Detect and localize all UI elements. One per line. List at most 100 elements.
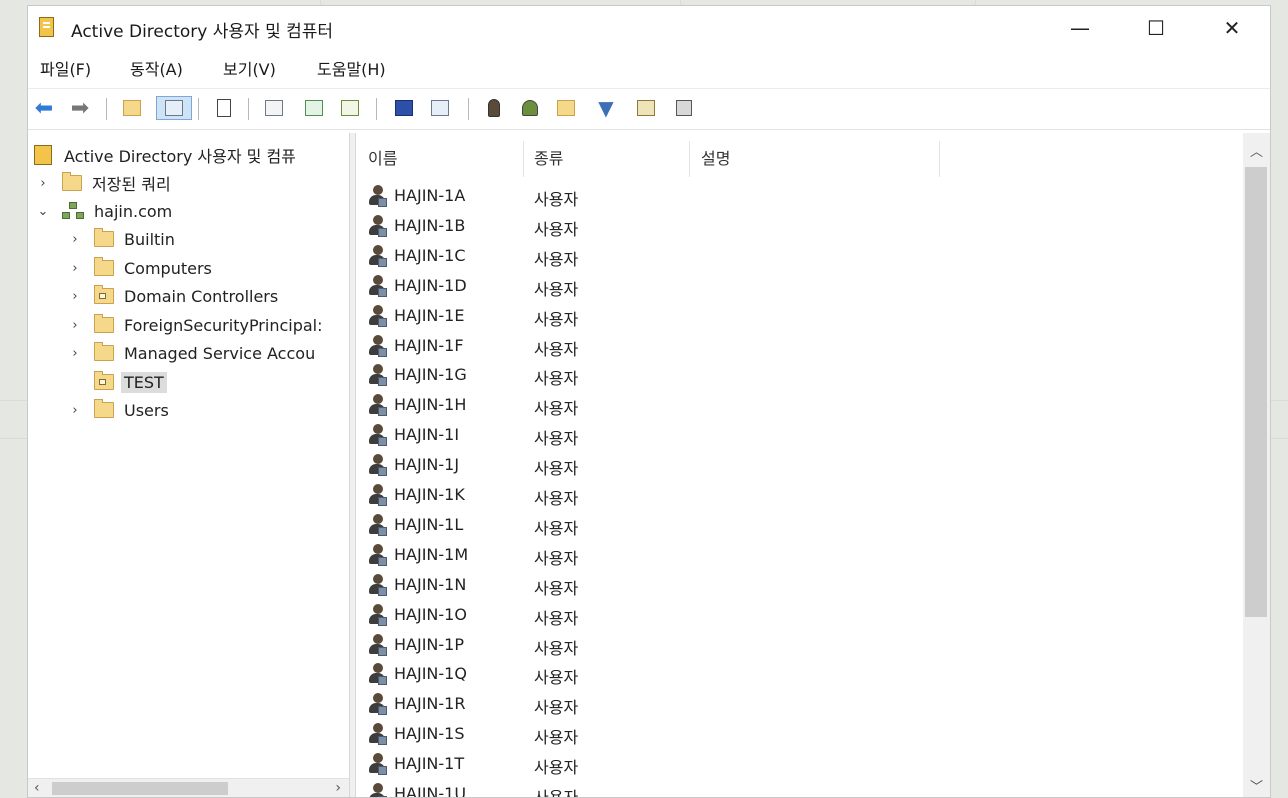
column-header-type[interactable]: 종류 [534,137,563,177]
list-item[interactable]: HAJIN-1C 사용자 [357,241,1243,271]
tree-node-computers[interactable]: › Computers [68,255,212,281]
folder-icon [62,172,82,191]
user-name-cell: HAJIN-1S [394,724,465,744]
tree-node-domain-controllers[interactable]: › Domain Controllers [68,283,278,309]
export-list-icon[interactable] [338,96,362,120]
scroll-up-icon[interactable]: ︿ [1250,141,1263,160]
chevron-right-icon[interactable]: › [68,261,82,276]
help-icon[interactable] [392,96,416,120]
title-bar[interactable]: Active Directory 사용자 및 컴퓨터 — ☐ ✕ [28,6,1270,50]
tree-node-builtin[interactable]: › Builtin [68,226,175,252]
chevron-right-icon[interactable]: › [68,318,82,333]
up-folder-icon[interactable] [120,96,144,120]
list-item[interactable]: HAJIN-1D 사용자 [357,271,1243,301]
list-item[interactable]: HAJIN-1G 사용자 [357,360,1243,390]
list-item[interactable]: HAJIN-1E 사용자 [357,301,1243,331]
chevron-right-icon[interactable]: › [36,176,50,191]
user-name-cell: HAJIN-1O [394,604,467,624]
new-ou-icon[interactable] [554,96,578,120]
chevron-right-icon[interactable]: › [68,289,82,304]
column-divider[interactable] [939,141,940,177]
refresh-icon[interactable] [302,96,326,120]
object-type-cell: 사용자 [534,518,579,538]
pane-splitter[interactable] [350,133,356,797]
show-console-tree-icon[interactable] [156,96,192,120]
list-item[interactable]: HAJIN-1O 사용자 [357,600,1243,630]
folder-icon [94,342,114,361]
new-user-icon[interactable] [482,96,506,120]
list-item[interactable]: HAJIN-1S 사용자 [357,719,1243,749]
scrollbar-thumb[interactable] [52,782,228,795]
filter-icon[interactable]: ▼ [594,96,618,120]
list-item[interactable]: HAJIN-1R 사용자 [357,689,1243,719]
user-name-cell: HAJIN-1C [394,245,466,265]
tree-node-label: Computers [124,258,212,278]
scrollbar-thumb[interactable] [1245,167,1267,617]
scroll-down-icon[interactable]: ﹀ [1250,776,1263,795]
column-divider[interactable] [523,141,524,177]
tree-node-managed-service-accounts[interactable]: › Managed Service Accou [68,340,315,366]
chevron-down-icon[interactable]: ⌄ [36,204,50,219]
user-icon [368,334,388,357]
menu-action[interactable]: 동작(A) [130,56,183,80]
tree-node-domain[interactable]: ⌄ hajin.com [36,198,173,224]
object-type-cell: 사용자 [534,279,579,299]
list-item[interactable]: HAJIN-1B 사용자 [357,211,1243,241]
ad-console-icon [34,145,52,165]
tree-node-root[interactable]: Active Directory 사용자 및 컴퓨 [34,142,296,168]
object-type-cell: 사용자 [534,429,579,449]
list-vertical-scrollbar[interactable]: ︿ ﹀ [1243,133,1270,797]
user-name-cell: HAJIN-1T [394,754,465,774]
list-item[interactable]: HAJIN-1L 사용자 [357,510,1243,540]
list-item[interactable]: HAJIN-1T 사용자 [357,749,1243,779]
list-item[interactable]: HAJIN-1U 사용자 [357,779,1243,798]
menu-view[interactable]: 보기(V) [223,56,276,80]
list-item[interactable]: HAJIN-1N 사용자 [357,570,1243,600]
column-header-name[interactable]: 이름 [368,137,397,177]
scroll-left-icon[interactable]: ‹ [34,780,40,796]
list-item[interactable]: HAJIN-1K 사용자 [357,480,1243,510]
properties-icon[interactable] [262,96,286,120]
object-type-cell: 사용자 [534,219,579,239]
user-name-cell: HAJIN-1N [394,574,467,594]
tree-node-label: Active Directory 사용자 및 컴퓨 [64,147,296,166]
chevron-right-icon[interactable]: › [68,403,82,418]
new-group-icon[interactable] [518,96,542,120]
user-name-cell: HAJIN-1I [394,425,460,445]
list-item[interactable]: HAJIN-1F 사용자 [357,331,1243,361]
tree-node-users[interactable]: › Users [68,397,169,423]
list-item[interactable]: HAJIN-1Q 사용자 [357,659,1243,689]
forward-arrow-icon[interactable]: ➡ [68,96,92,121]
object-type-cell: 사용자 [534,788,579,798]
list-item[interactable]: HAJIN-1M 사용자 [357,540,1243,570]
add-to-group-icon[interactable] [672,96,696,120]
menu-file[interactable]: 파일(F) [40,56,91,80]
column-header-description[interactable]: 설명 [701,137,730,177]
show-action-pane-icon[interactable] [428,96,452,120]
column-divider[interactable] [689,141,690,177]
find-icon[interactable] [634,96,658,120]
menu-help[interactable]: 도움말(H) [317,56,386,80]
clipboard-icon[interactable] [212,96,236,120]
tree-node-saved-queries[interactable]: › 저장된 쿼리 [36,170,171,196]
back-arrow-icon[interactable]: ⬅ [32,96,56,121]
folder-icon [94,314,114,333]
list-item[interactable]: HAJIN-1J 사용자 [357,450,1243,480]
object-type-cell: 사용자 [534,728,579,748]
close-button[interactable]: ✕ [1194,6,1270,50]
maximize-button[interactable]: ☐ [1118,6,1194,50]
user-name-cell: HAJIN-1M [394,544,469,564]
minimize-button[interactable]: — [1042,6,1118,50]
object-type-cell: 사용자 [534,399,579,419]
tree-node-test[interactable]: TEST [94,369,167,395]
chevron-right-icon[interactable]: › [68,232,82,247]
tree-node-foreign-security-principals[interactable]: › ForeignSecurityPrincipal: [68,312,323,338]
list-item[interactable]: HAJIN-1A 사용자 [357,181,1243,211]
list-item[interactable]: HAJIN-1I 사용자 [357,420,1243,450]
scroll-right-icon[interactable]: › [335,780,341,796]
user-name-cell: HAJIN-1E [394,305,465,325]
tree-horizontal-scrollbar[interactable]: ‹ › [28,778,349,797]
list-item[interactable]: HAJIN-1P 사용자 [357,630,1243,660]
chevron-right-icon[interactable]: › [68,346,82,361]
list-item[interactable]: HAJIN-1H 사용자 [357,390,1243,420]
